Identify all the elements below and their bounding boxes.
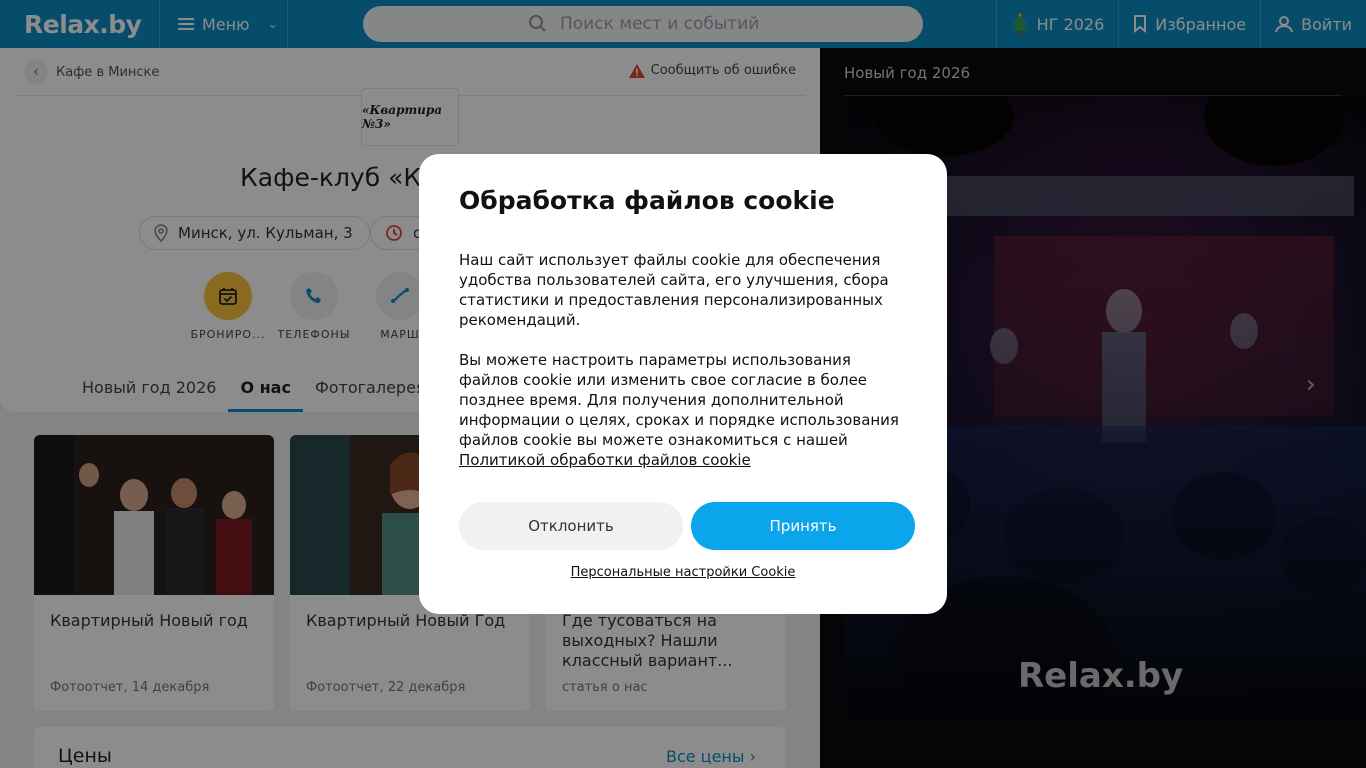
cookie-paragraph-2-text: Вы можете настроить параметры использова… xyxy=(459,351,899,449)
decline-button[interactable]: Отклонить xyxy=(459,502,683,550)
cookie-policy-link[interactable]: Политикой обработки файлов cookie xyxy=(459,451,751,469)
cookie-title: Обработка файлов cookie xyxy=(459,186,835,215)
cookie-paragraph-1: Наш сайт использует файлы cookie для обе… xyxy=(459,251,889,329)
cookie-text: Наш сайт использует файлы cookie для обе… xyxy=(459,250,911,470)
cookie-paragraph-2: Вы можете настроить параметры использова… xyxy=(459,350,911,470)
accept-button[interactable]: Принять xyxy=(691,502,915,550)
cookie-settings-link[interactable]: Персональные настройки Cookie xyxy=(419,565,947,580)
cookie-dialog: Обработка файлов cookie Наш сайт использ… xyxy=(419,154,947,614)
